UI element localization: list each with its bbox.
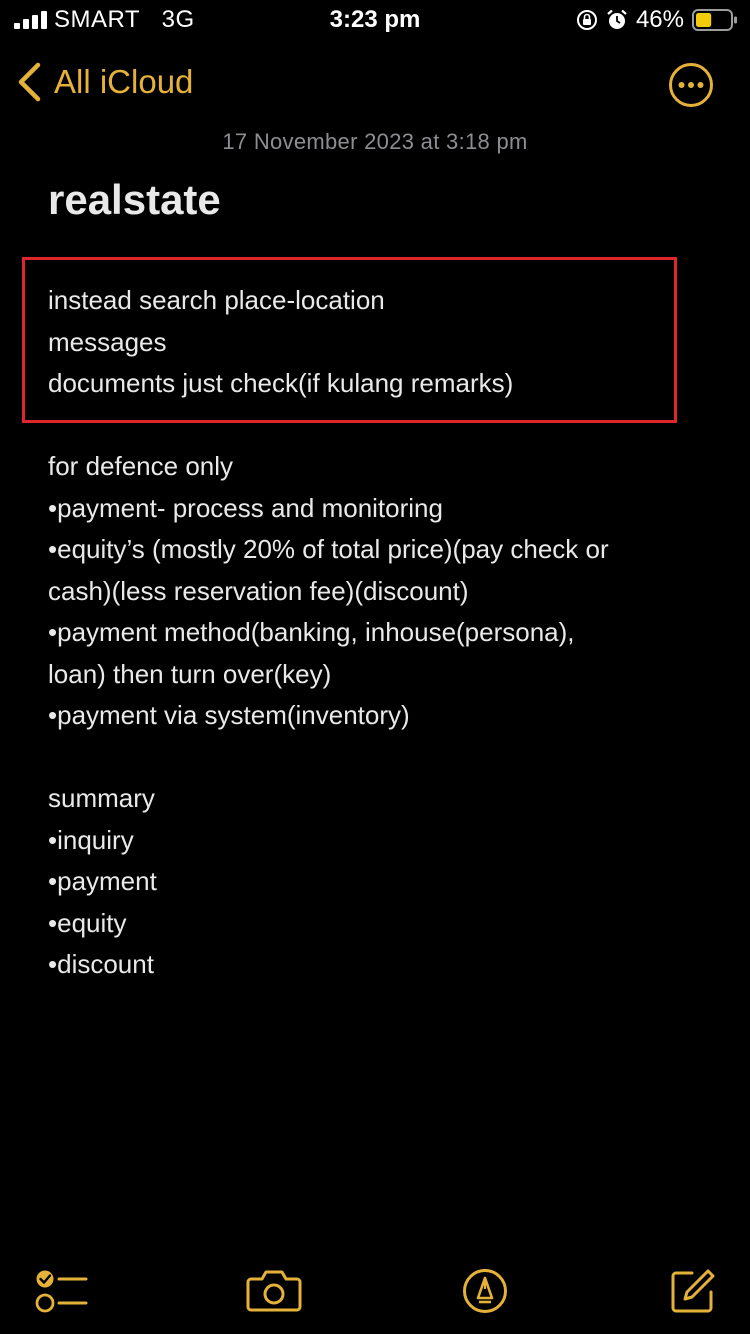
battery-percentage: 46% [635,6,684,33]
checklist-button[interactable] [34,1268,88,1314]
note-line: for defence only [48,451,234,481]
battery-icon [692,9,737,31]
note-title[interactable]: realstate [48,176,221,224]
note-line: cash)(less reservation fee)(discount) [48,575,469,606]
markup-button[interactable] [462,1268,508,1314]
alarm-icon [607,9,627,29]
note-line: •payment via system(inventory) [48,700,410,730]
status-bar: SMART 3G 3:23 pm 46% [0,0,750,40]
note-line: loan) then turn over(key) [48,658,332,689]
note-line: •discount [48,949,154,979]
note-line: •equity’s (mostly 20% of total price)(pa… [48,534,609,564]
orientation-lock-icon [576,10,597,30]
camera-button[interactable] [246,1268,302,1312]
note-line: instead search place-location [48,285,385,315]
note-line: •payment- process and monitoring [48,492,443,523]
note-line: summary [48,783,155,813]
checklist-icon [35,1270,88,1313]
note-date: 17 November 2023 at 3:18 pm [222,129,528,154]
note-line: •payment method(banking, inhouse(persona… [48,617,575,647]
compose-icon [671,1269,715,1313]
note-line: documents just check(if kulang remarks) [48,368,514,398]
note-line: •equity [48,907,127,938]
note-body[interactable]: instead search place-location messages d… [48,280,718,986]
ellipsis-circle-icon [669,63,713,107]
status-right-group: 46% [576,6,738,34]
chevron-left-icon [18,62,41,102]
pen-tip-icon [463,1269,507,1313]
more-options-button[interactable] [668,62,714,108]
note-blank-line [48,737,718,779]
note-line: messages [48,326,167,357]
back-button-label: All iCloud [54,63,194,100]
note-line: •inquiry [48,824,134,855]
camera-icon [246,1270,302,1312]
back-button[interactable]: All iCloud [16,62,193,102]
note-blank-line [48,405,718,447]
note-line: •payment [48,866,157,896]
compose-button[interactable] [670,1268,716,1314]
